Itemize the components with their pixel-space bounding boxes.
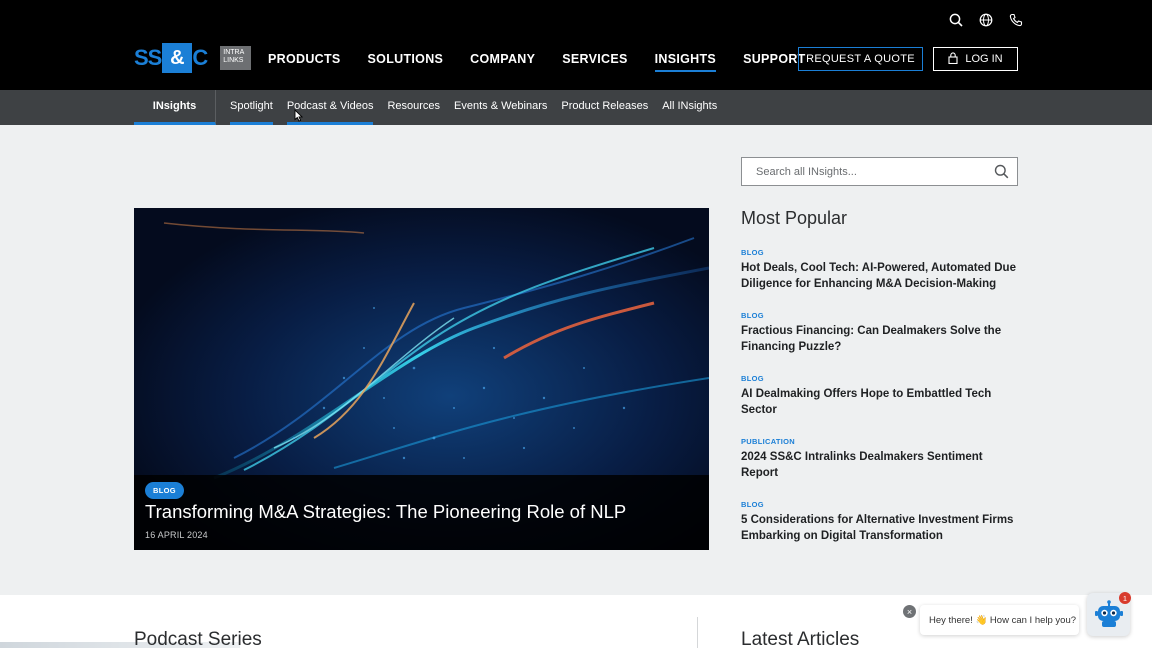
- nav-company[interactable]: COMPANY: [470, 52, 535, 72]
- nav-support[interactable]: SUPPORT: [743, 52, 806, 72]
- logo-intra-text: INTRA: [223, 49, 245, 56]
- popular-item[interactable]: BLOG Fractious Financing: Can Dealmakers…: [741, 311, 1021, 355]
- most-popular-heading: Most Popular: [741, 208, 848, 228]
- popular-item-category: BLOG: [741, 374, 764, 383]
- phone-icon[interactable]: [1008, 12, 1024, 28]
- popular-item-title[interactable]: 2024 SS&C Intralinks Dealmakers Sentimen…: [741, 449, 1021, 481]
- intralinks-logo-box: INTRA LINKS: [220, 46, 252, 70]
- robot-icon: [1094, 599, 1123, 627]
- chat-close-button[interactable]: ×: [903, 605, 916, 618]
- utility-icons: [948, 12, 1024, 28]
- popular-item-title[interactable]: AI Dealmaking Offers Hope to Embattled T…: [741, 386, 1021, 418]
- popular-item[interactable]: BLOG Hot Deals, Cool Tech: AI-Powered, A…: [741, 248, 1021, 292]
- ssc-intralinks-logo[interactable]: SS & C INTRA LINKS: [134, 43, 252, 73]
- subnav-events-webinars[interactable]: Events & Webinars: [454, 90, 547, 125]
- subnav-spotlight[interactable]: Spotlight: [230, 90, 273, 125]
- latest-articles-heading: Latest Articles: [741, 629, 860, 648]
- nav-services[interactable]: SERVICES: [562, 52, 627, 72]
- logo-c-text: C: [192, 45, 209, 70]
- subnav-product-releases[interactable]: Product Releases: [561, 90, 648, 125]
- subnav-resources[interactable]: Resources: [387, 90, 440, 125]
- login-label: LOG IN: [965, 53, 1003, 65]
- request-quote-button[interactable]: REQUEST A QUOTE: [798, 47, 923, 71]
- logo-links-text: LINKS: [223, 57, 244, 64]
- popular-item[interactable]: PUBLICATION 2024 SS&C Intralinks Dealmak…: [741, 437, 1021, 481]
- ssc-logo-mark: SS & C: [134, 43, 208, 73]
- search-icon[interactable]: [948, 12, 964, 28]
- nav-solutions[interactable]: SOLUTIONS: [368, 52, 444, 72]
- hero-title[interactable]: Transforming M&A Strategies: The Pioneer…: [145, 501, 626, 523]
- popular-item[interactable]: BLOG AI Dealmaking Offers Hope to Embatt…: [741, 374, 1021, 418]
- search-submit-icon[interactable]: [994, 164, 1009, 184]
- popular-item-category: BLOG: [741, 248, 764, 257]
- chat-notification-badge: 1: [1119, 592, 1131, 604]
- featured-article-card[interactable]: BLOG Transforming M&A Strategies: The Pi…: [134, 208, 709, 550]
- hero-date: 16 APRIL 2024: [145, 530, 208, 540]
- main-nav: PRODUCTS SOLUTIONS COMPANY SERVICES INSI…: [268, 52, 806, 72]
- login-button[interactable]: LOG IN: [933, 47, 1018, 71]
- logo-ss-text: SS: [134, 45, 162, 70]
- subnav-all-insights[interactable]: All INsights: [662, 90, 717, 125]
- popular-item-category: BLOG: [741, 500, 764, 509]
- section-divider: [697, 617, 698, 648]
- popular-item-title[interactable]: Hot Deals, Cool Tech: AI-Powered, Automa…: [741, 260, 1021, 292]
- insights-subnav: INsights Spotlight Podcast & Videos Reso…: [0, 90, 1152, 125]
- hero-category-badge: BLOG: [145, 482, 184, 499]
- lock-icon: [948, 51, 958, 67]
- popular-item-category: PUBLICATION: [741, 437, 795, 446]
- popular-item-title[interactable]: 5 Considerations for Alternative Investm…: [741, 512, 1021, 544]
- nav-products[interactable]: PRODUCTS: [268, 52, 341, 72]
- podcast-series-heading: Podcast Series: [134, 629, 262, 648]
- globe-icon[interactable]: [978, 12, 994, 28]
- popular-item-title[interactable]: Fractious Financing: Can Dealmakers Solv…: [741, 323, 1021, 355]
- popular-item-category: BLOG: [741, 311, 764, 320]
- popular-item[interactable]: BLOG 5 Considerations for Alternative In…: [741, 500, 1021, 544]
- top-header: SS & C INTRA LINKS PRODUCTS SOLUTIONS CO…: [0, 0, 1152, 90]
- mouse-pointer-icon: [294, 108, 304, 127]
- nav-insights[interactable]: INSIGHTS: [654, 52, 717, 72]
- search-input[interactable]: [756, 165, 986, 178]
- subnav-insights-home[interactable]: INsights: [134, 90, 216, 125]
- logo-amp-text: &: [162, 43, 193, 73]
- insights-search: [741, 157, 1018, 186]
- chat-greeting-bubble[interactable]: Hey there! 👋 How can I help you?: [920, 605, 1079, 635]
